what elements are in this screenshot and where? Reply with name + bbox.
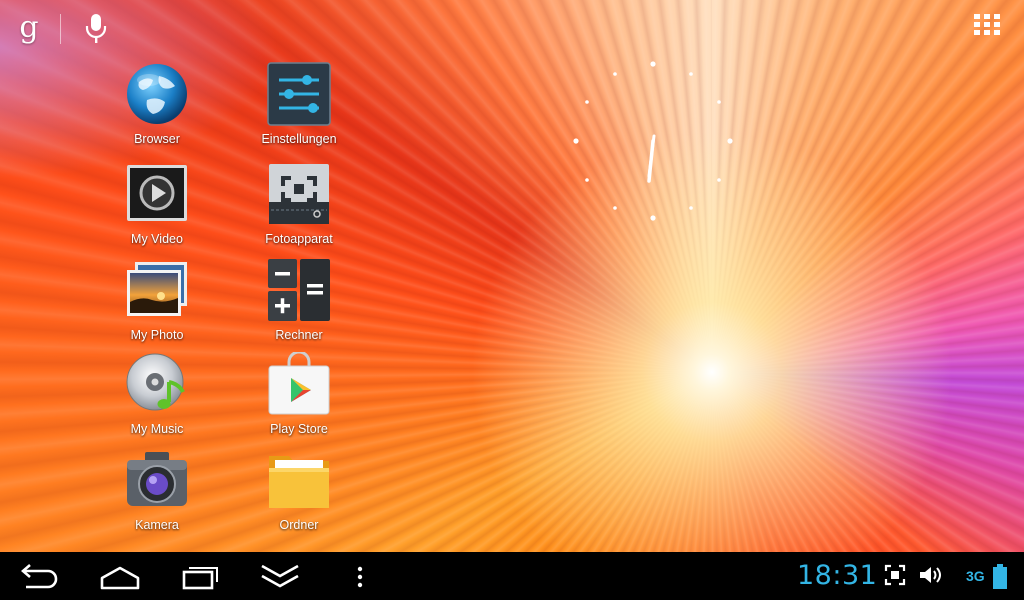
app-fotoapparat[interactable]: Fotoapparat — [244, 162, 354, 254]
hide-bar-chevron-icon[interactable] — [250, 558, 310, 594]
app-browser[interactable]: Browser — [102, 62, 212, 154]
search-divider — [60, 14, 61, 44]
top-search-bar: g — [0, 0, 1024, 56]
app-label: Ordner — [279, 518, 319, 532]
overflow-menu-icon[interactable] — [330, 558, 390, 594]
app-play-store[interactable]: Play Store — [244, 352, 354, 444]
calculator-icon — [268, 259, 330, 321]
globe-icon — [127, 64, 187, 124]
app-label: My Photo — [130, 328, 184, 342]
app-kamera[interactable]: Kamera — [102, 448, 212, 540]
google-search-icon[interactable]: g — [14, 10, 44, 46]
navigation-bar: 18:31 3G — [0, 552, 1024, 600]
status-time[interactable]: 18:31 — [797, 560, 877, 592]
app-label: Browser — [134, 132, 180, 146]
music-disc-icon — [126, 353, 185, 411]
camera-focus-icon — [269, 164, 329, 224]
analog-clock-icon[interactable] — [568, 56, 738, 226]
network-type-label: 3G — [966, 568, 985, 584]
app-label: Kamera — [135, 518, 179, 532]
app-label: Play Store — [270, 422, 328, 436]
app-ordner[interactable]: Ordner — [244, 448, 354, 540]
app-my-video[interactable]: My Video — [102, 162, 212, 254]
app-my-music[interactable]: My Music — [102, 352, 212, 444]
app-einstellungen[interactable]: Einstellungen — [244, 62, 354, 154]
all-apps-grid-icon[interactable] — [974, 14, 1002, 35]
app-label: My Video — [131, 232, 183, 246]
app-label: My Music — [130, 422, 184, 436]
folder-icon — [269, 456, 329, 508]
camera-icon — [127, 452, 187, 506]
app-label: Einstellungen — [261, 132, 337, 146]
photo-gallery-icon — [127, 262, 187, 316]
video-play-icon — [127, 165, 187, 221]
back-icon[interactable] — [10, 558, 70, 594]
app-rechner[interactable]: Rechner — [244, 258, 354, 350]
battery-icon[interactable] — [992, 564, 1008, 590]
settings-sliders-icon — [267, 62, 331, 126]
play-store-bag-icon — [268, 352, 330, 415]
app-label: Fotoapparat — [265, 232, 333, 246]
recent-apps-icon[interactable] — [170, 558, 230, 594]
mic-icon[interactable] — [84, 12, 108, 44]
volume-icon[interactable] — [918, 564, 944, 586]
app-my-photo[interactable]: My Photo — [102, 258, 212, 350]
home-icon[interactable] — [90, 558, 150, 594]
screenshot-icon[interactable] — [884, 564, 906, 586]
app-label: Rechner — [275, 328, 323, 342]
